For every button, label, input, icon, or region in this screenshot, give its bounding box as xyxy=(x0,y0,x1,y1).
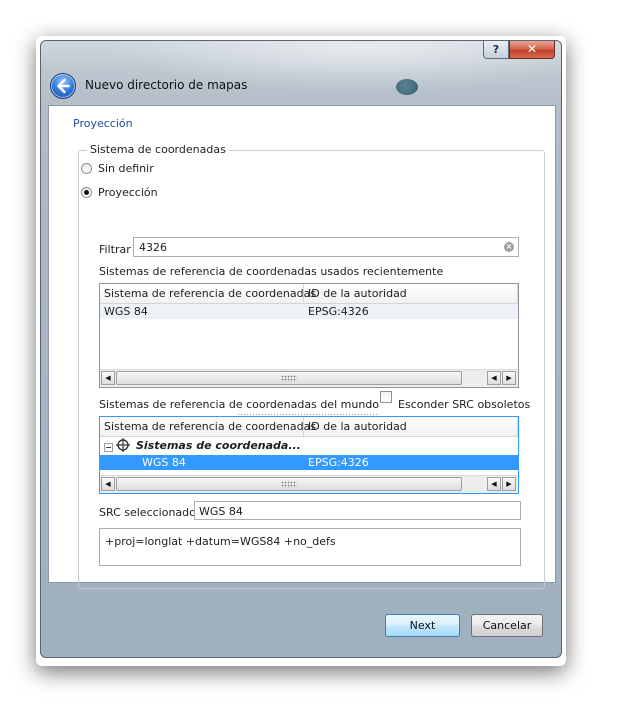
table-row[interactable]: WGS 84 EPSG:4326 xyxy=(100,455,518,470)
scroll-left-button-2[interactable]: ◀ xyxy=(487,371,501,385)
hide-deprecated-label: Esconder SRC obsoletos xyxy=(398,398,531,411)
proj-definition-text[interactable]: +proj=longlat +datum=WGS84 +no_defs xyxy=(99,528,521,566)
tree-group-node: − Sistemas de coordenada... xyxy=(100,437,360,455)
caption-buttons: ? ✕ xyxy=(483,41,555,59)
scroll-thumb[interactable] xyxy=(116,371,462,385)
help-button[interactable]: ? xyxy=(483,41,509,59)
world-table-header: Sistema de referencia de coordenadas ID … xyxy=(100,417,518,437)
wizard-page: Proyección Sistema de coordenadas Sin de… xyxy=(48,105,556,589)
selected-crs-label: SRC seleccionado: xyxy=(99,506,200,519)
recent-table-header: Sistema de referencia de coordenadas ID … xyxy=(100,284,518,304)
back-arrow-icon xyxy=(57,78,70,94)
table-row[interactable]: WGS 84 EPSG:4326 xyxy=(100,304,518,319)
radio-undefined-circle[interactable] xyxy=(81,163,92,174)
horizontal-scrollbar[interactable]: ◀ ◀ ▶ xyxy=(100,369,518,387)
filter-input[interactable]: 4326 xyxy=(133,237,519,257)
cell-crs: WGS 84 xyxy=(104,305,148,318)
back-button[interactable] xyxy=(50,73,76,99)
wizard-footer: Next Cancelar xyxy=(41,581,561,657)
crs-groupbox: Sistema de coordenadas Sin definir Proye… xyxy=(78,143,545,589)
radio-projection-circle[interactable] xyxy=(81,187,92,198)
column-header-authority[interactable]: ID de la autoridad xyxy=(304,417,518,436)
world-crs-table[interactable]: Sistema de referencia de coordenadas ID … xyxy=(99,416,519,494)
collapse-toggle-icon[interactable]: − xyxy=(104,443,113,452)
world-crs-label: Sistemas de referencia de coordenadas de… xyxy=(99,398,380,411)
radio-undefined-label: Sin definir xyxy=(98,162,154,175)
column-header-crs[interactable]: Sistema de referencia de coordenadas xyxy=(100,284,316,303)
next-button[interactable]: Next xyxy=(385,614,460,637)
desktop-blur-artifact xyxy=(396,79,418,95)
globe-crosshair-icon xyxy=(116,438,130,452)
scroll-right-button[interactable]: ▶ xyxy=(502,371,516,385)
groupbox-title: Sistema de coordenadas xyxy=(87,143,229,156)
cancel-button[interactable]: Cancelar xyxy=(471,614,543,637)
scroll-left-button[interactable]: ◀ xyxy=(101,371,115,385)
radio-projection[interactable]: Proyección xyxy=(81,186,158,199)
recent-crs-label: Sistemas de referencia de coordenadas us… xyxy=(99,265,444,278)
recent-crs-table[interactable]: Sistema de referencia de coordenadas ID … xyxy=(99,283,519,388)
hide-deprecated-checkbox[interactable] xyxy=(380,391,392,403)
radio-projection-label: Proyección xyxy=(98,186,158,199)
scroll-right-button[interactable]: ▶ xyxy=(502,477,516,491)
wizard-window: ? ✕ Nuevo directorio de mapas Proyección… xyxy=(40,40,562,658)
column-header-crs[interactable]: Sistema de referencia de coordenadas xyxy=(100,417,316,436)
scroll-left-button-2[interactable]: ◀ xyxy=(487,477,501,491)
cell-authority-id: EPSG:4326 xyxy=(308,456,369,469)
scroll-left-button[interactable]: ◀ xyxy=(101,477,115,491)
page-title: Proyección xyxy=(73,117,133,130)
selected-crs-field[interactable]: WGS 84 xyxy=(194,501,521,520)
close-button[interactable]: ✕ xyxy=(509,41,555,59)
title-bar: ? ✕ Nuevo directorio de mapas xyxy=(41,41,561,105)
column-header-authority[interactable]: ID de la autoridad xyxy=(304,284,518,303)
cell-crs: WGS 84 xyxy=(142,456,186,469)
clear-filter-icon[interactable]: × xyxy=(504,242,514,252)
radio-undefined[interactable]: Sin definir xyxy=(81,162,154,175)
cell-authority-id: EPSG:4326 xyxy=(308,305,369,318)
scroll-thumb[interactable] xyxy=(116,477,462,491)
filter-label: Filtrar xyxy=(99,243,131,256)
window-title: Nuevo directorio de mapas xyxy=(85,78,248,92)
horizontal-scrollbar[interactable]: ◀ ◀ ▶ xyxy=(100,475,518,493)
tree-group-row[interactable]: − Sistemas de coordenada... xyxy=(100,437,518,455)
tree-group-label: Sistemas de coordenada... xyxy=(136,439,301,452)
